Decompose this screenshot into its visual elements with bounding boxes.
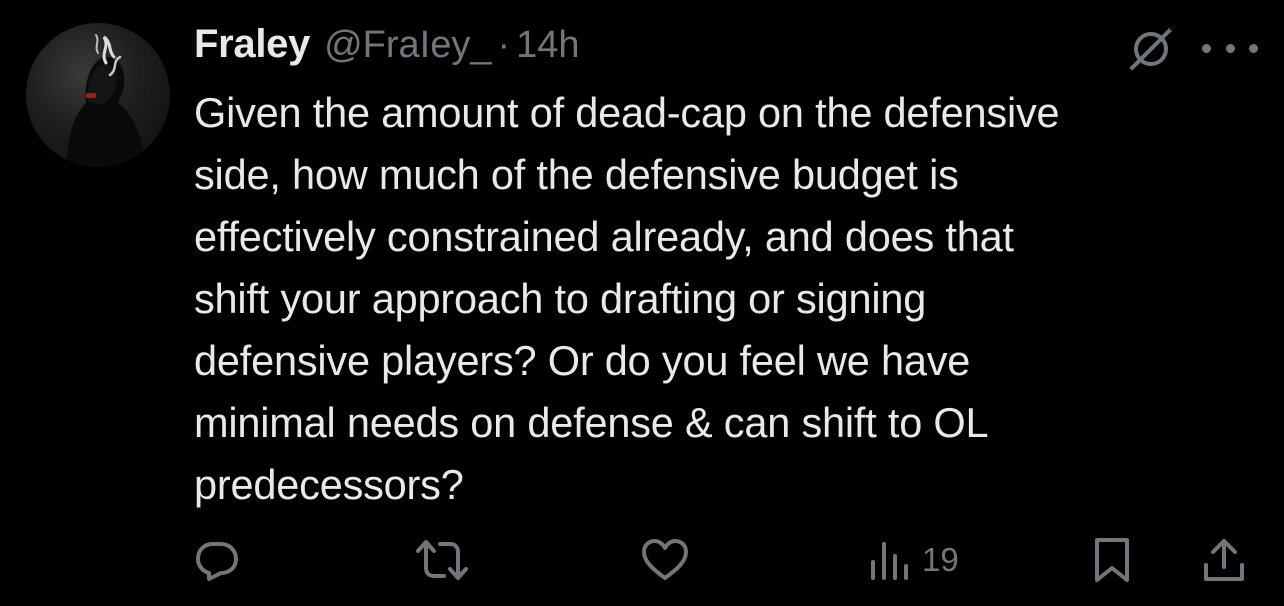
more-dot (1202, 43, 1211, 53)
like-button[interactable] (640, 530, 690, 590)
action-bar: 19 (0, 530, 1284, 590)
share-icon (1204, 539, 1244, 581)
retweet-button[interactable] (414, 530, 470, 590)
tweet[interactable]: Fraley @FraIey_ · 14h Given the amount o… (0, 0, 1284, 606)
views-button[interactable]: 19 (868, 530, 959, 590)
timestamp[interactable]: 14h (516, 24, 579, 67)
grok-icon[interactable] (1126, 24, 1176, 74)
tweet-text: Given the amount of dead-cap on the defe… (194, 82, 1234, 516)
avatar-image (66, 34, 146, 167)
like-icon (642, 539, 688, 580)
tweet-header: Fraley @FraIey_ · 14h (194, 22, 580, 74)
tweet-text-line: Given the amount of dead-cap on the defe… (194, 89, 1060, 136)
views-count: 19 (922, 541, 959, 578)
more-dot (1249, 43, 1258, 53)
bookmark-icon (1095, 538, 1129, 582)
display-name[interactable]: Fraley (194, 22, 310, 67)
more-dot (1225, 43, 1235, 53)
share-button[interactable] (1200, 530, 1248, 590)
retweet-icon (416, 540, 468, 580)
reply-icon (196, 542, 238, 581)
tweet-text-line: effectively constrained already, and doe… (194, 213, 1014, 260)
tweet-text-line: side, how much of the defensive budget i… (194, 151, 959, 198)
more-options-icon[interactable] (1202, 28, 1258, 68)
header-separator: · (497, 24, 511, 66)
views-icon (871, 542, 908, 580)
reply-button[interactable] (193, 530, 241, 590)
tweet-text-line: minimal needs on defense & can shift to … (194, 399, 989, 446)
user-handle[interactable]: @FraIey_ (324, 24, 491, 67)
avatar[interactable] (26, 23, 170, 167)
tweet-text-line: shift your approach to drafting or signi… (194, 275, 927, 322)
tweet-text-line: defensive players? Or do you feel we hav… (194, 337, 971, 384)
tweet-text-line: predecessors? (194, 461, 464, 508)
bookmark-button[interactable] (1092, 530, 1132, 590)
